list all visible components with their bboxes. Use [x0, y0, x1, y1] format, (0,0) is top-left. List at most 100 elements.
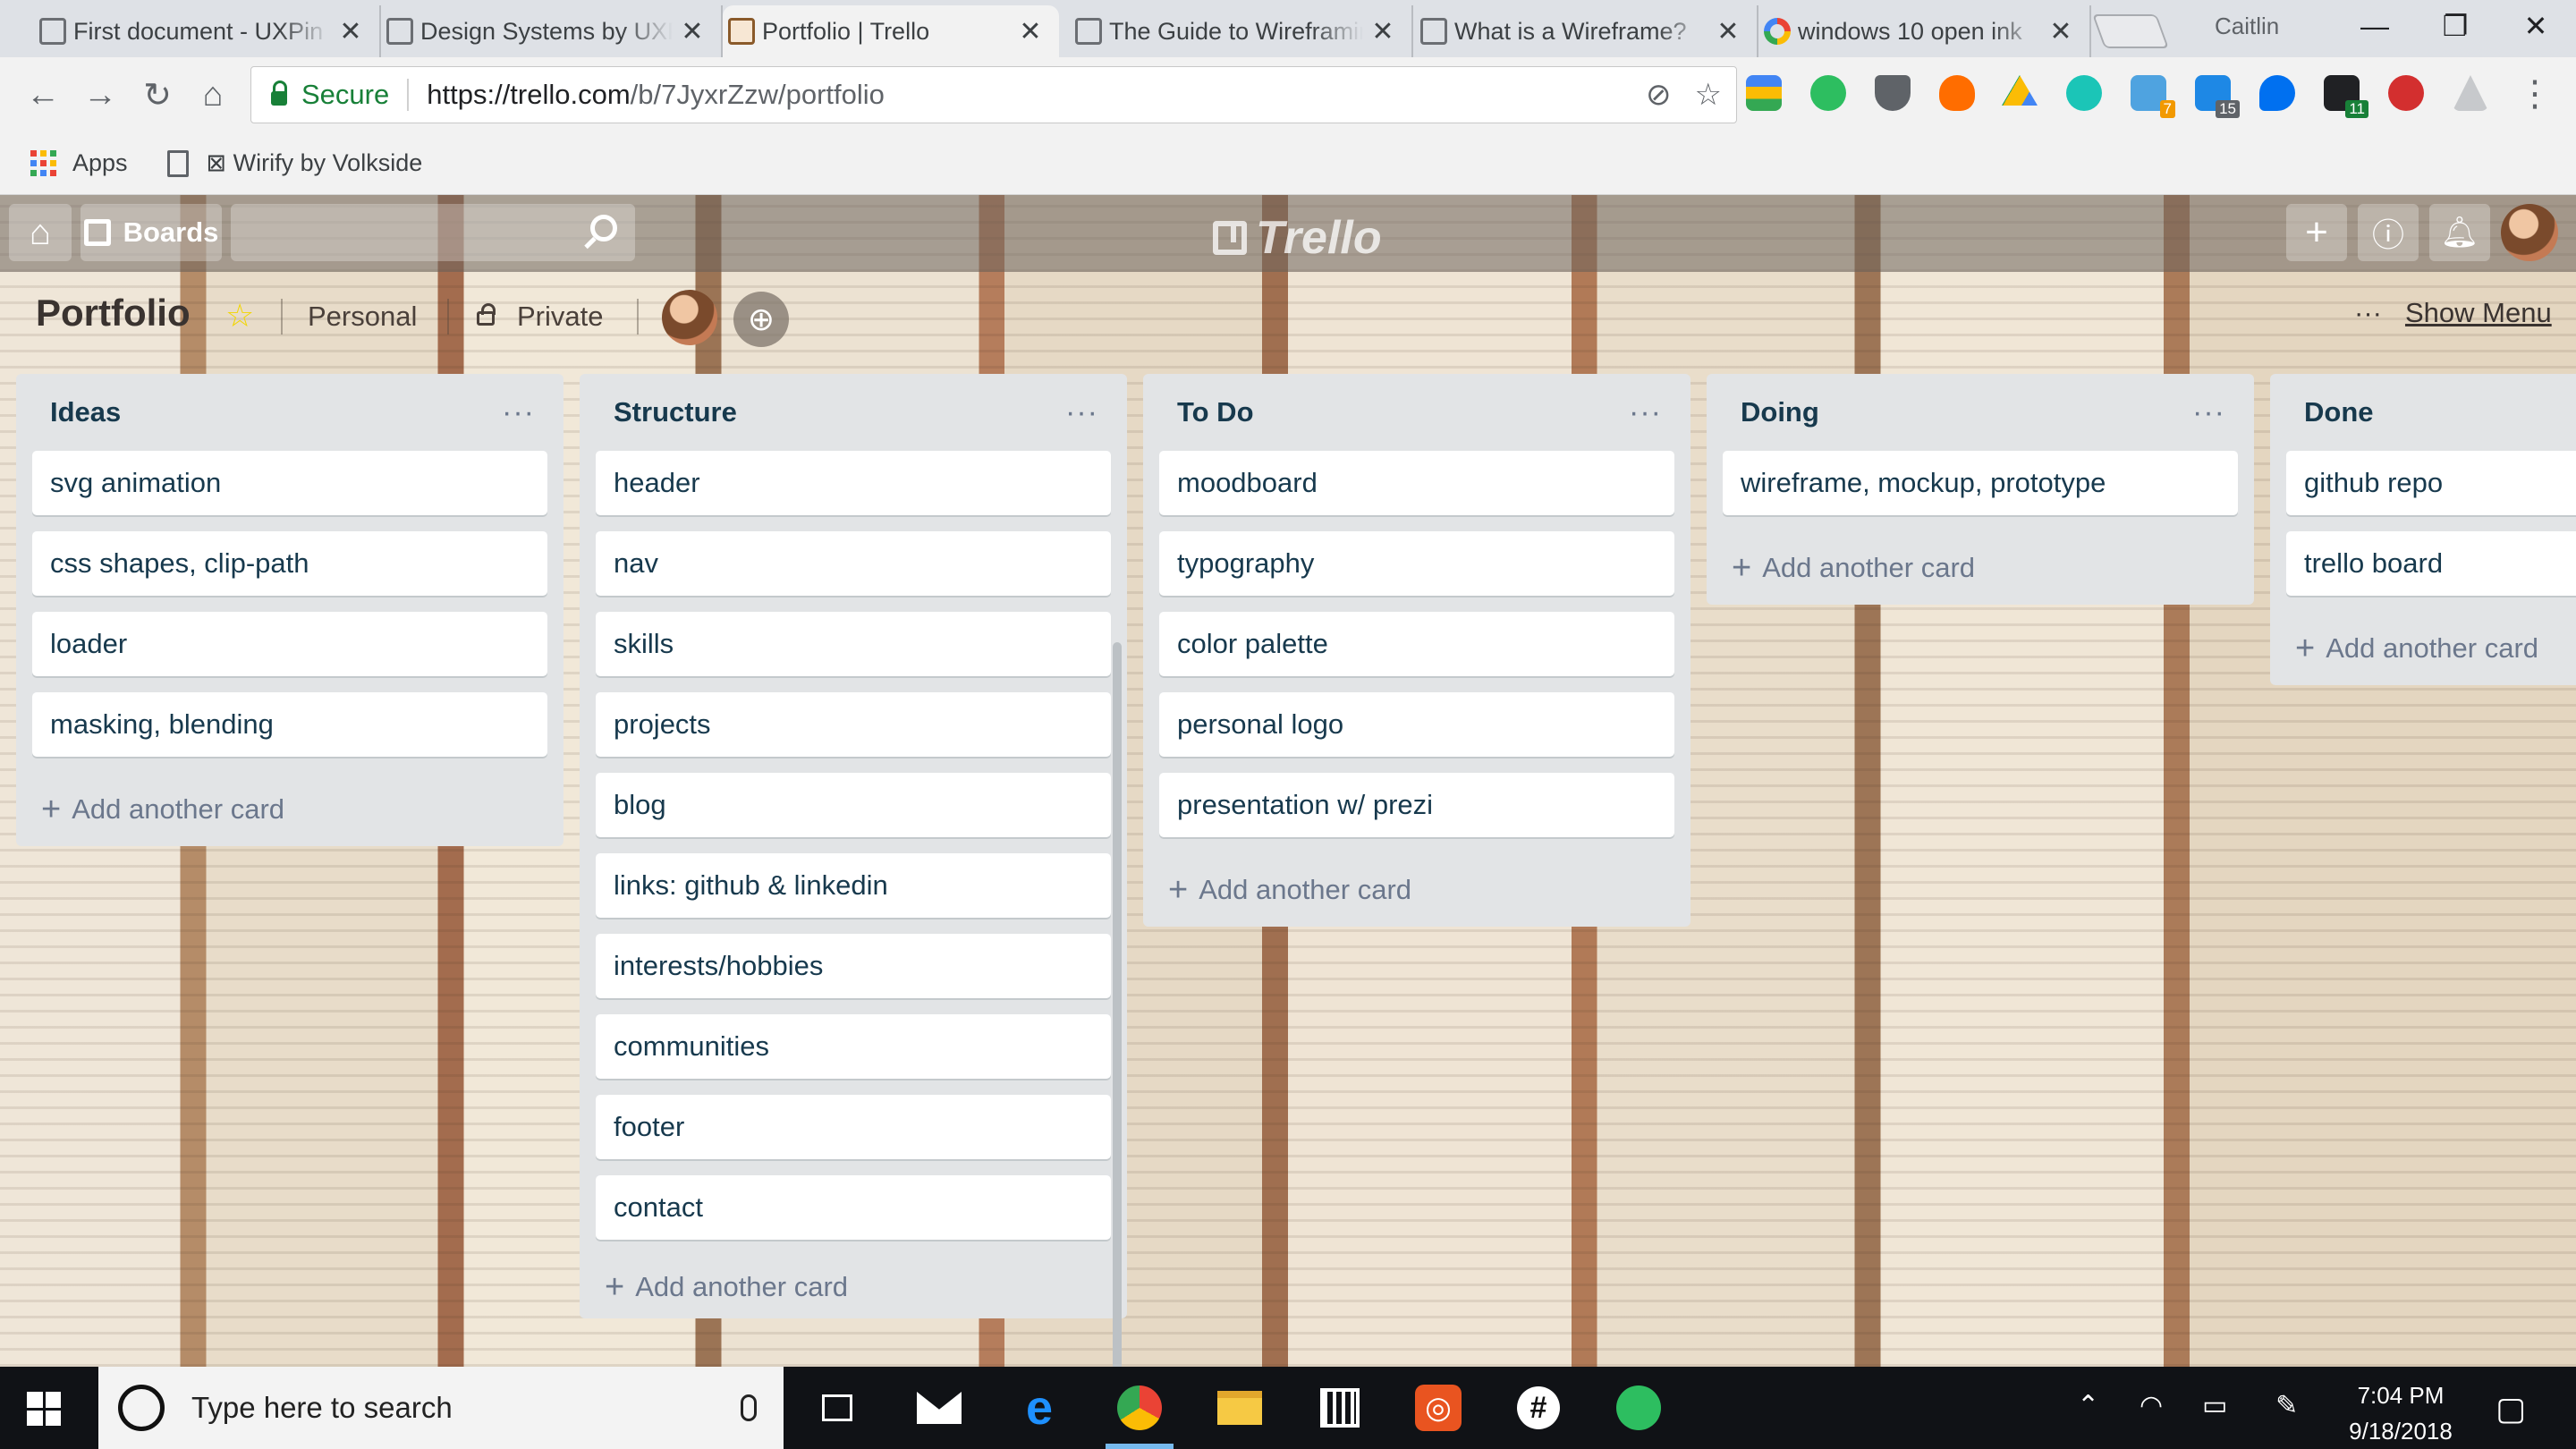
close-icon[interactable]: ✕ [2048, 16, 2073, 47]
extension-icon[interactable] [2259, 75, 2295, 111]
star-icon[interactable]: ☆ [225, 297, 254, 335]
browser-tab[interactable]: Design Systems by UXPin ✕ [381, 5, 723, 57]
battery-icon[interactable]: ▭ [2202, 1390, 2227, 1421]
mail-icon[interactable] [914, 1383, 964, 1433]
restore-icon[interactable]: ❐ [2415, 5, 2496, 47]
evernote-icon[interactable] [1614, 1383, 1664, 1433]
task-view-icon[interactable] [812, 1383, 862, 1433]
avatar[interactable] [662, 290, 717, 345]
card[interactable]: css shapes, clip-path [32, 531, 547, 596]
card[interactable]: personal logo [1159, 692, 1674, 757]
ubuntu-icon[interactable]: ◎ [1413, 1383, 1463, 1433]
add-card-button[interactable]: + Add another card [596, 1256, 1111, 1318]
card[interactable]: contact [596, 1175, 1111, 1240]
browser-tab[interactable]: windows 10 open ink ✕ [1758, 5, 2091, 57]
more-icon[interactable]: ··· [2192, 395, 2225, 430]
add-icon[interactable]: + [2286, 204, 2347, 261]
board-title[interactable]: Portfolio [36, 292, 191, 335]
extension-icon[interactable] [1746, 75, 1782, 111]
window-close-icon[interactable]: ✕ [2496, 5, 2576, 47]
extension-icon[interactable]: 11 [2324, 75, 2368, 118]
card[interactable]: presentation w/ prezi [1159, 773, 1674, 837]
card[interactable]: projects [596, 692, 1111, 757]
file-explorer-icon[interactable] [1215, 1383, 1265, 1433]
home-icon[interactable]: ⌂ [191, 73, 234, 116]
address-bar[interactable]: Secure https://trello.com/b/7JyxrZzw/por… [250, 66, 1737, 123]
minimize-icon[interactable]: — [2334, 5, 2415, 47]
board-team[interactable]: Personal [308, 301, 417, 333]
browser-menu-icon[interactable]: ⋮ [2517, 73, 2553, 114]
info-icon[interactable]: ⓘ [2358, 204, 2419, 261]
extension-icon[interactable]: 7 [2131, 75, 2175, 118]
board-search-input[interactable] [231, 204, 635, 261]
list-title[interactable]: To Do [1177, 396, 1254, 428]
translate-icon[interactable]: ⊘ [1646, 77, 1672, 113]
avatar[interactable] [2501, 204, 2558, 261]
card[interactable]: footer [596, 1095, 1111, 1159]
drive-icon[interactable] [2002, 75, 2038, 106]
card[interactable]: svg animation [32, 451, 547, 515]
card[interactable]: links: github & linkedin [596, 853, 1111, 918]
card[interactable]: interests/hobbies [596, 934, 1111, 998]
close-icon[interactable]: ✕ [1018, 16, 1043, 47]
close-icon[interactable]: ✕ [680, 16, 705, 47]
list-title[interactable]: Doing [1741, 396, 1819, 428]
bell-icon[interactable]: 🔔︎ [2429, 204, 2490, 261]
close-icon[interactable]: ✕ [338, 16, 363, 47]
list-title[interactable]: Ideas [50, 396, 121, 428]
add-card-button[interactable]: + Add another card [1159, 853, 1674, 927]
card[interactable]: github repo [2286, 451, 2576, 515]
wifi-icon[interactable]: ◠ [2140, 1390, 2163, 1421]
trello-logo[interactable]: Trello [1213, 211, 1382, 265]
list-title[interactable]: Structure [614, 396, 737, 428]
close-icon[interactable]: ✕ [1716, 16, 1741, 47]
card[interactable]: moodboard [1159, 451, 1674, 515]
card[interactable]: blog [596, 773, 1111, 837]
more-icon[interactable]: ··· [502, 395, 535, 430]
card[interactable]: typography [1159, 531, 1674, 596]
list-title[interactable]: Done [2304, 396, 2374, 428]
adblock-icon[interactable] [2388, 75, 2424, 111]
card[interactable]: nav [596, 531, 1111, 596]
back-arrow-icon[interactable]: ← [21, 73, 64, 116]
card[interactable]: header [596, 451, 1111, 515]
bookmark-star-icon[interactable]: ☆ [1695, 77, 1722, 113]
new-tab-button[interactable] [2092, 14, 2169, 48]
microphone-icon[interactable] [741, 1394, 757, 1421]
reload-icon[interactable]: ↻ [136, 73, 179, 116]
board-visibility[interactable]: Private [517, 301, 603, 333]
extension-icon[interactable] [2453, 75, 2488, 111]
taskbar-clock[interactable]: 7:04 PM 9/18/2018 [2329, 1377, 2472, 1449]
fire-icon[interactable] [1939, 75, 1975, 111]
card[interactable]: trello board [2286, 531, 2576, 596]
extension-icon[interactable] [2066, 75, 2102, 111]
card[interactable]: wireframe, mockup, prototype [1723, 451, 2238, 515]
card[interactable]: color palette [1159, 612, 1674, 676]
chevron-up-icon[interactable]: ⌃ [2077, 1390, 2099, 1421]
close-icon[interactable]: ✕ [1370, 16, 1395, 47]
add-card-button[interactable]: + Add another card [1723, 531, 2238, 605]
edge-icon[interactable]: e [1014, 1381, 1064, 1435]
more-icon[interactable]: ··· [1629, 395, 1662, 430]
evernote-icon[interactable] [1810, 75, 1846, 111]
show-menu-button[interactable]: ··· Show Menu [2354, 297, 2552, 329]
browser-tab-active[interactable]: Portfolio | Trello ✕ [723, 5, 1059, 57]
bookmark-wirify[interactable]: ⊠ Wirify by Volkside [207, 149, 423, 177]
extension-icon[interactable]: 15 [2195, 75, 2240, 118]
profile-name[interactable]: Caitlin [2215, 13, 2279, 40]
chrome-icon[interactable] [1114, 1383, 1165, 1433]
browser-tab[interactable]: The Guide to Wireframing ✕ [1070, 5, 1413, 57]
taskbar-search-input[interactable]: Type here to search [98, 1367, 784, 1449]
add-card-button[interactable]: + Add another card [2286, 612, 2576, 685]
card[interactable]: masking, blending [32, 692, 547, 757]
boards-button[interactable]: Boards [80, 204, 222, 261]
slack-icon[interactable]: # [1513, 1383, 1563, 1433]
add-member-icon[interactable]: ⊕ [733, 292, 789, 347]
browser-tab[interactable]: First document - UXPin ✕ [34, 5, 381, 57]
pocket-icon[interactable] [1875, 75, 1911, 111]
list-scrollbar[interactable] [1113, 642, 1122, 1367]
add-card-button[interactable]: + Add another card [32, 773, 547, 846]
notifications-icon[interactable]: ▢ [2496, 1390, 2526, 1428]
card[interactable]: loader [32, 612, 547, 676]
browser-tab[interactable]: What is a Wireframe? ✕ [1415, 5, 1758, 57]
